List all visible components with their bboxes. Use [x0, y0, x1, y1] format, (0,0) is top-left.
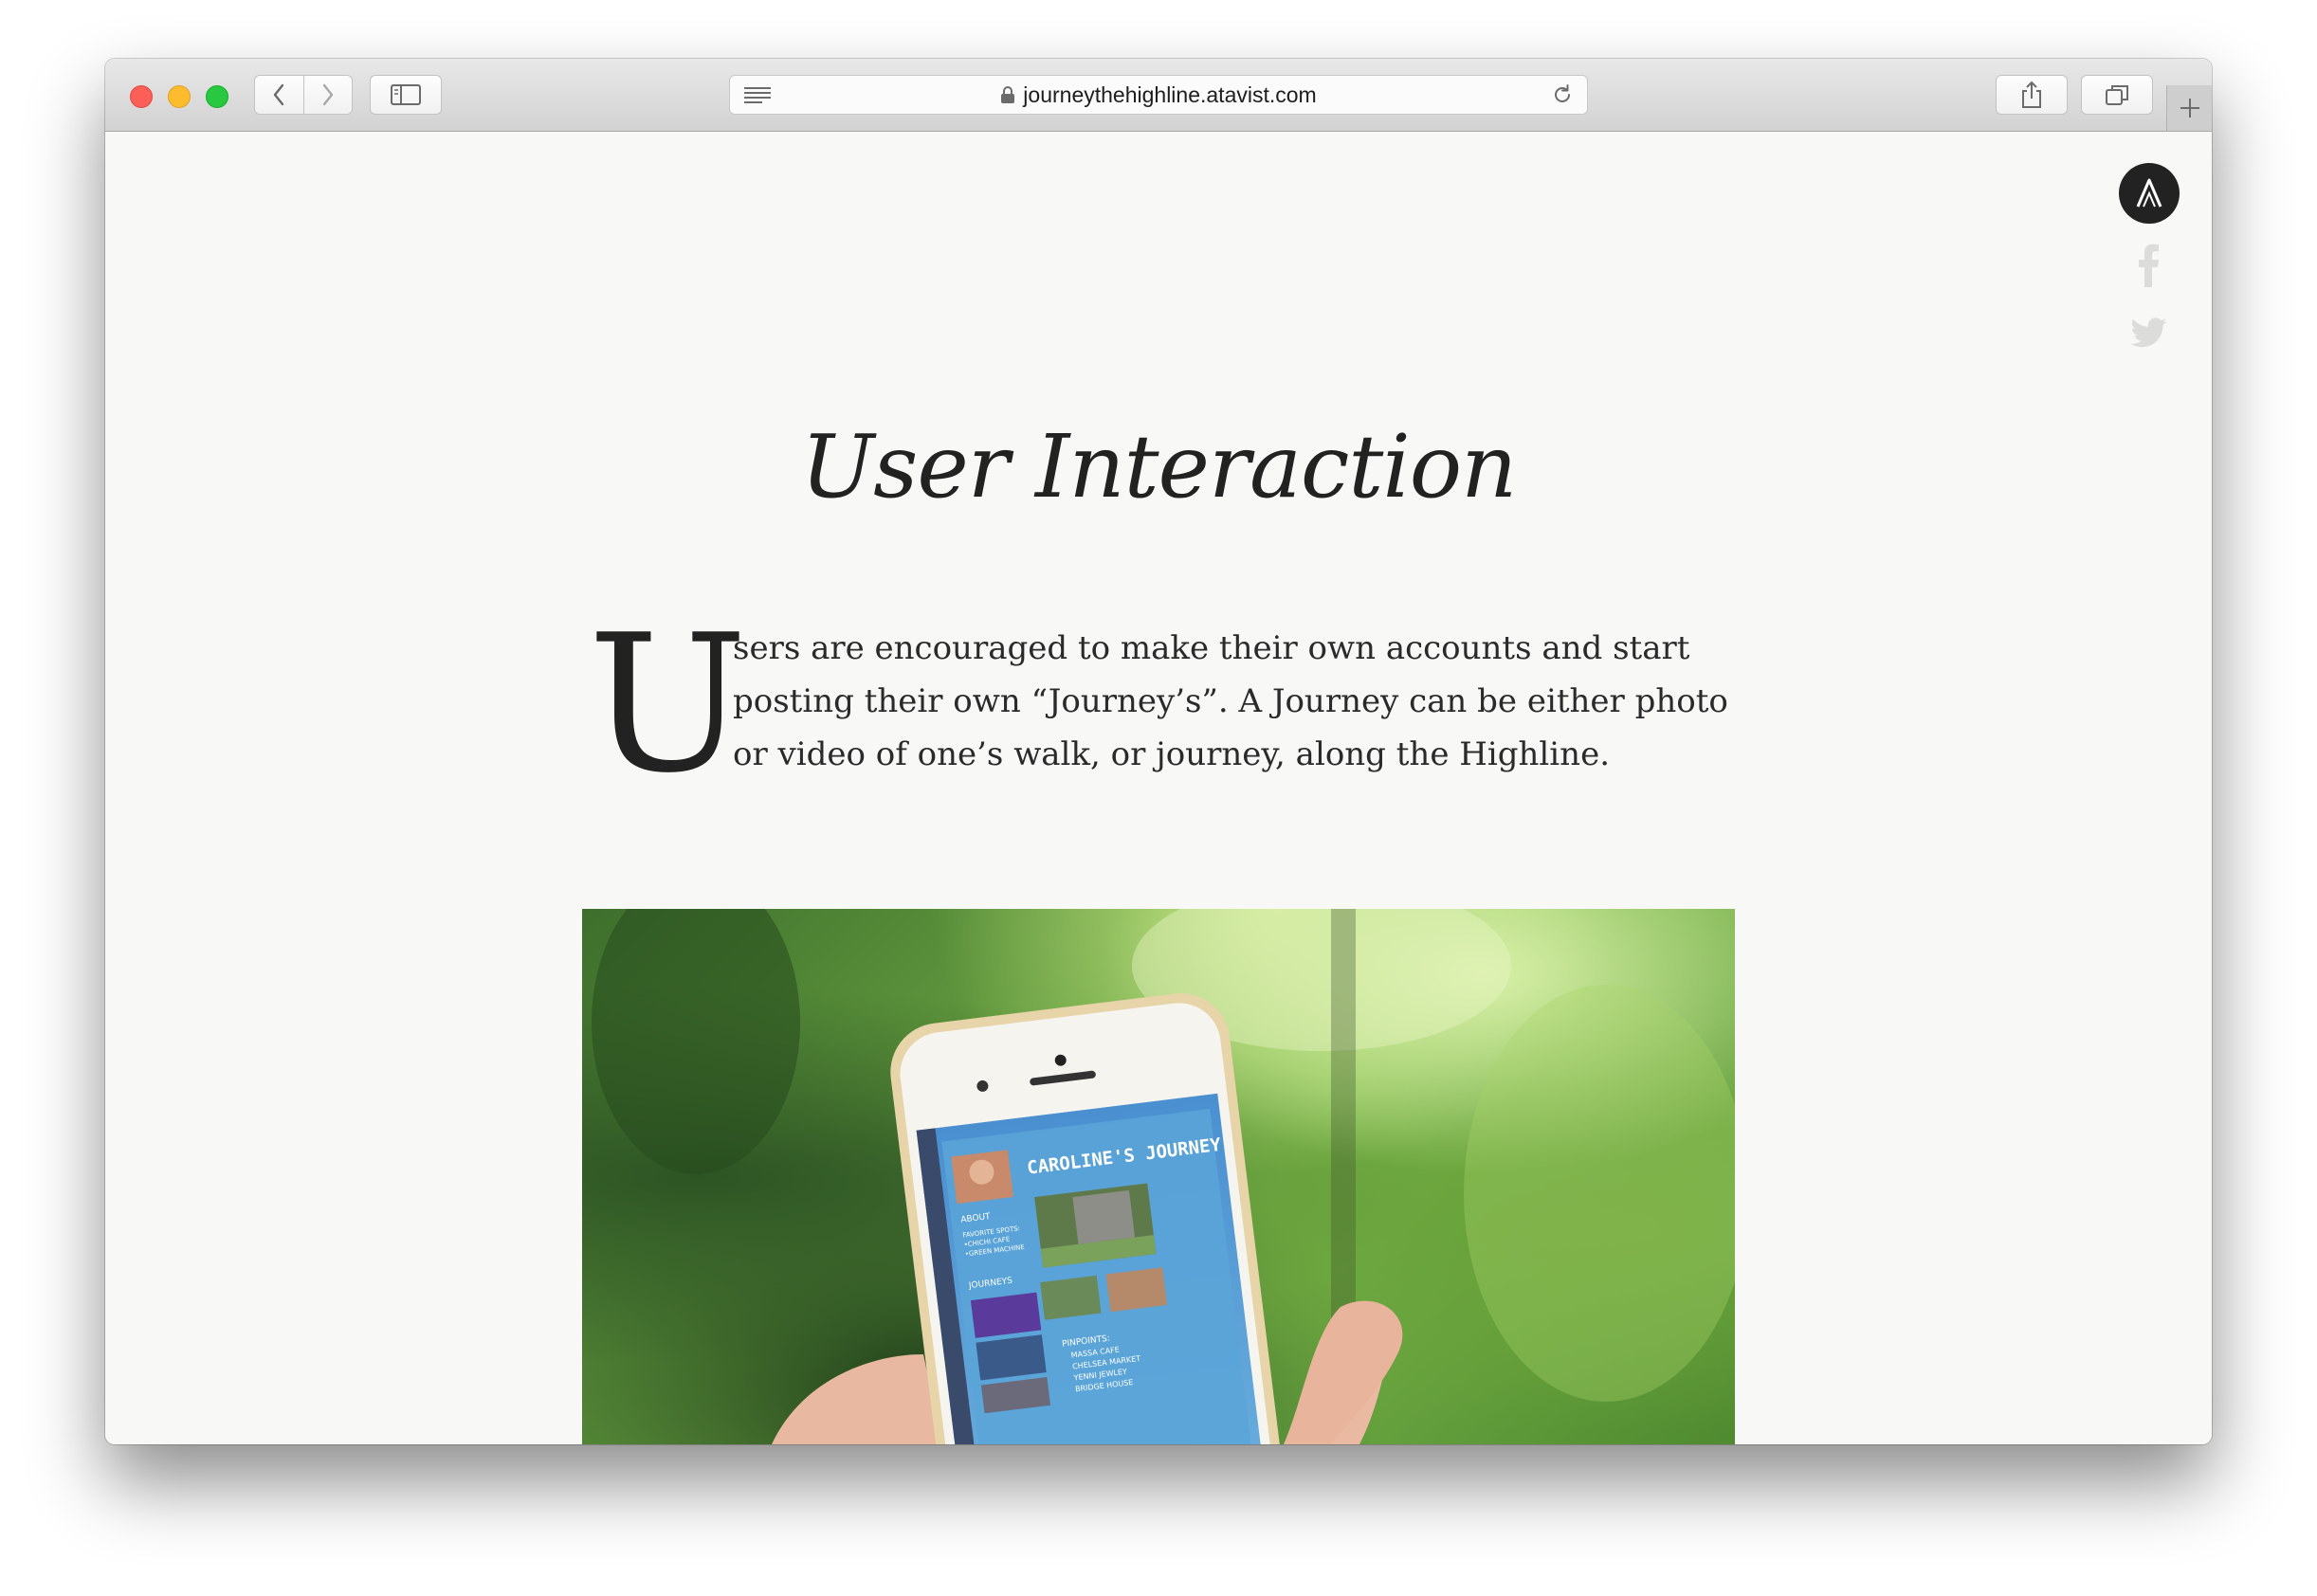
drop-cap: U — [588, 594, 748, 815]
twitter-icon[interactable] — [2130, 317, 2167, 353]
navigation-buttons — [254, 75, 353, 115]
phone-illustration: CAROLINE'S JOURNEY ABOUT FAVORITE SPOTS:… — [592, 909, 1735, 1444]
atavist-logo[interactable] — [2119, 163, 2180, 224]
reload-icon[interactable] — [1551, 83, 1574, 111]
tabs-icon — [2106, 85, 2128, 105]
browser-window: journeythehighline.atavist.com User Inte… — [105, 59, 2212, 1444]
close-button[interactable] — [130, 85, 153, 108]
page-title: User Interaction — [800, 416, 1518, 517]
new-tab-button[interactable] — [2166, 85, 2212, 131]
page-content: User Interaction U sers are encouraged t… — [105, 132, 2212, 1444]
sidebar-button[interactable] — [370, 75, 442, 115]
lock-icon — [1000, 85, 1015, 104]
url-text: journeythehighline.atavist.com — [1023, 82, 1317, 107]
maximize-button[interactable] — [206, 85, 228, 108]
sidebar-icon — [391, 84, 421, 105]
back-button[interactable] — [255, 76, 303, 114]
plus-icon — [2180, 99, 2199, 118]
chevron-right-icon — [322, 83, 333, 106]
intro-paragraph: sers are encouraged to make their own ac… — [733, 629, 1728, 773]
tabs-button[interactable] — [2081, 75, 2153, 115]
phone-photo: CAROLINE'S JOURNEY ABOUT FAVORITE SPOTS:… — [582, 909, 1735, 1444]
url-container: journeythehighline.atavist.com — [730, 76, 1587, 114]
minimize-button[interactable] — [168, 85, 191, 108]
facebook-icon[interactable] — [2137, 244, 2160, 292]
address-bar[interactable]: journeythehighline.atavist.com — [729, 75, 1588, 115]
share-icon — [2022, 81, 2041, 108]
share-button[interactable] — [1996, 75, 2068, 115]
toolbar: journeythehighline.atavist.com — [105, 59, 2212, 132]
forward-button[interactable] — [302, 76, 353, 114]
chevron-left-icon — [274, 83, 284, 106]
